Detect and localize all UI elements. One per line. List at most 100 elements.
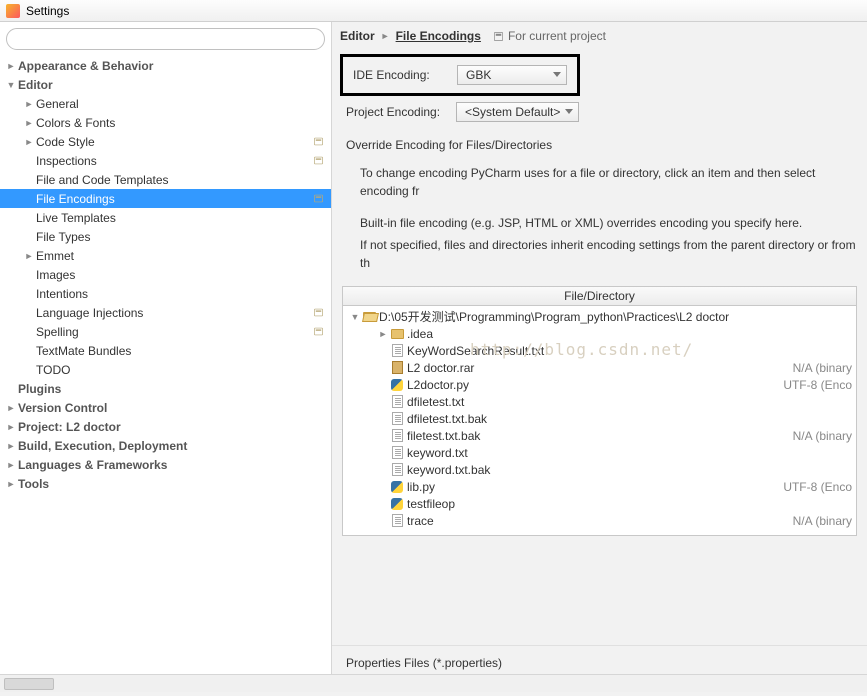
project-scope-icon [493, 31, 504, 42]
sidebar-item-colors-fonts[interactable]: ►Colors & Fonts [0, 113, 331, 132]
encoding-value: N/A (binary [793, 361, 856, 375]
breadcrumb-root[interactable]: Editor [340, 29, 375, 43]
txt-icon [389, 395, 405, 408]
description-1: To change encoding PyCharm uses for a fi… [332, 158, 867, 204]
file-name: testfileop [405, 497, 856, 511]
file-name: dfiletest.txt.bak [405, 412, 856, 426]
sidebar-item-file-and-code-templates[interactable]: File and Code Templates [0, 170, 331, 189]
file-row[interactable]: KeyWordSearchResult.txt [343, 342, 856, 359]
file-name: trace [405, 514, 793, 528]
file-tree-root[interactable]: ▼D:\05开发测试\Programming\Program_python\Pr… [343, 308, 856, 325]
sidebar-item-editor[interactable]: ▼Editor [0, 75, 331, 94]
encoding-value: UTF-8 (Enco [783, 480, 856, 494]
file-row[interactable]: ► .idea [343, 325, 856, 342]
expander-icon: ► [22, 118, 36, 128]
ide-encoding-row: IDE Encoding: GBK [340, 54, 580, 96]
file-row[interactable]: dfiletest.txt.bak [343, 410, 856, 427]
project-encoding-label: Project Encoding: [346, 105, 446, 119]
properties-heading: Properties Files (*.properties) [332, 645, 867, 674]
sidebar-item-todo[interactable]: TODO [0, 360, 331, 379]
sidebar-item-label: General [36, 97, 331, 111]
table-header[interactable]: File/Directory [343, 287, 856, 306]
sidebar-item-label: Version Control [18, 401, 331, 415]
file-row[interactable]: lib.pyUTF-8 (Enco [343, 478, 856, 495]
scope-label: For current project [493, 29, 606, 43]
expander-icon: ► [377, 329, 389, 339]
titlebar: Settings [0, 0, 867, 22]
file-name: L2 doctor.rar [405, 361, 793, 375]
sidebar-item-label: Language Injections [36, 306, 311, 320]
settings-tree[interactable]: ►Appearance & Behavior▼Editor►General►Co… [0, 54, 331, 674]
sidebar-item-languages-frameworks[interactable]: ►Languages & Frameworks [0, 455, 331, 474]
sidebar-item-label: Spelling [36, 325, 311, 339]
scrollbar-thumb[interactable] [4, 678, 54, 690]
folder-open-icon [361, 312, 377, 322]
project-badge-icon [311, 135, 325, 149]
folder-icon [389, 329, 405, 339]
project-encoding-combo[interactable]: <System Default> [456, 102, 579, 122]
sidebar-item-file-types[interactable]: File Types [0, 227, 331, 246]
txt-icon [389, 429, 405, 442]
expander-icon: ► [22, 251, 36, 261]
project-badge-icon [311, 306, 325, 320]
project-badge-icon [311, 325, 325, 339]
file-row[interactable]: L2 doctor.rarN/A (binary [343, 359, 856, 376]
sidebar-item-images[interactable]: Images [0, 265, 331, 284]
expander-icon: ► [4, 460, 18, 470]
file-row[interactable]: keyword.txt.bak [343, 461, 856, 478]
file-name: D:\05开发测试\Programming\Program_python\Pra… [377, 308, 856, 325]
py-icon [389, 379, 405, 391]
sidebar-item-emmet[interactable]: ►Emmet [0, 246, 331, 265]
sidebar-item-tools[interactable]: ►Tools [0, 474, 331, 493]
sidebar-item-label: TODO [36, 363, 331, 377]
horizontal-scrollbar[interactable] [0, 674, 867, 692]
override-heading: Override Encoding for Files/Directories [332, 128, 867, 158]
sidebar-item-language-injections[interactable]: Language Injections [0, 303, 331, 322]
expander-icon: ► [4, 403, 18, 413]
sidebar-item-appearance-behavior[interactable]: ►Appearance & Behavior [0, 56, 331, 75]
sidebar-item-textmate-bundles[interactable]: TextMate Bundles [0, 341, 331, 360]
sidebar-item-label: Live Templates [36, 211, 331, 225]
file-list[interactable]: ▼D:\05开发测试\Programming\Program_python\Pr… [343, 306, 856, 535]
encoding-value: UTF-8 (Enco [783, 378, 856, 392]
file-name: filetest.txt.bak [405, 429, 793, 443]
encoding-value: N/A (binary [793, 429, 856, 443]
sidebar-item-file-encodings[interactable]: File Encodings [0, 189, 331, 208]
sidebar-item-label: Appearance & Behavior [18, 59, 331, 73]
file-row[interactable]: keyword.txt [343, 444, 856, 461]
ide-encoding-combo[interactable]: GBK [457, 65, 567, 85]
expander-icon: ► [22, 99, 36, 109]
expander-icon: ▼ [4, 80, 18, 90]
sidebar-item-project-l2-doctor[interactable]: ►Project: L2 doctor [0, 417, 331, 436]
sidebar-item-label: File and Code Templates [36, 173, 331, 187]
breadcrumb: Editor ► File Encodings For current proj… [332, 22, 867, 50]
sidebar-item-live-templates[interactable]: Live Templates [0, 208, 331, 227]
search-input[interactable] [6, 28, 325, 50]
sidebar-item-spelling[interactable]: Spelling [0, 322, 331, 341]
file-row[interactable]: traceN/A (binary [343, 512, 856, 529]
txt-icon [389, 446, 405, 459]
expander-icon: ► [4, 479, 18, 489]
sidebar-item-intentions[interactable]: Intentions [0, 284, 331, 303]
sidebar-item-plugins[interactable]: Plugins [0, 379, 331, 398]
sidebar-item-version-control[interactable]: ►Version Control [0, 398, 331, 417]
sidebar-item-build-execution-deployment[interactable]: ►Build, Execution, Deployment [0, 436, 331, 455]
sidebar-item-code-style[interactable]: ►Code Style [0, 132, 331, 151]
file-name: KeyWordSearchResult.txt [405, 344, 856, 358]
sidebar-item-general[interactable]: ►General [0, 94, 331, 113]
sidebar-item-label: Emmet [36, 249, 331, 263]
txt-icon [389, 412, 405, 425]
sidebar-item-label: TextMate Bundles [36, 344, 331, 358]
file-row[interactable]: dfiletest.txt [343, 393, 856, 410]
sidebar-item-inspections[interactable]: Inspections [0, 151, 331, 170]
file-row[interactable]: testfileop [343, 495, 856, 512]
file-name: dfiletest.txt [405, 395, 856, 409]
sidebar: ►Appearance & Behavior▼Editor►General►Co… [0, 22, 332, 674]
file-row[interactable]: L2doctor.pyUTF-8 (Enco [343, 376, 856, 393]
file-name: keyword.txt [405, 446, 856, 460]
file-name: .idea [405, 327, 856, 341]
file-row[interactable]: filetest.txt.bakN/A (binary [343, 427, 856, 444]
sidebar-item-label: Inspections [36, 154, 311, 168]
breadcrumb-leaf: File Encodings [396, 29, 481, 43]
encoding-value: N/A (binary [793, 514, 856, 528]
